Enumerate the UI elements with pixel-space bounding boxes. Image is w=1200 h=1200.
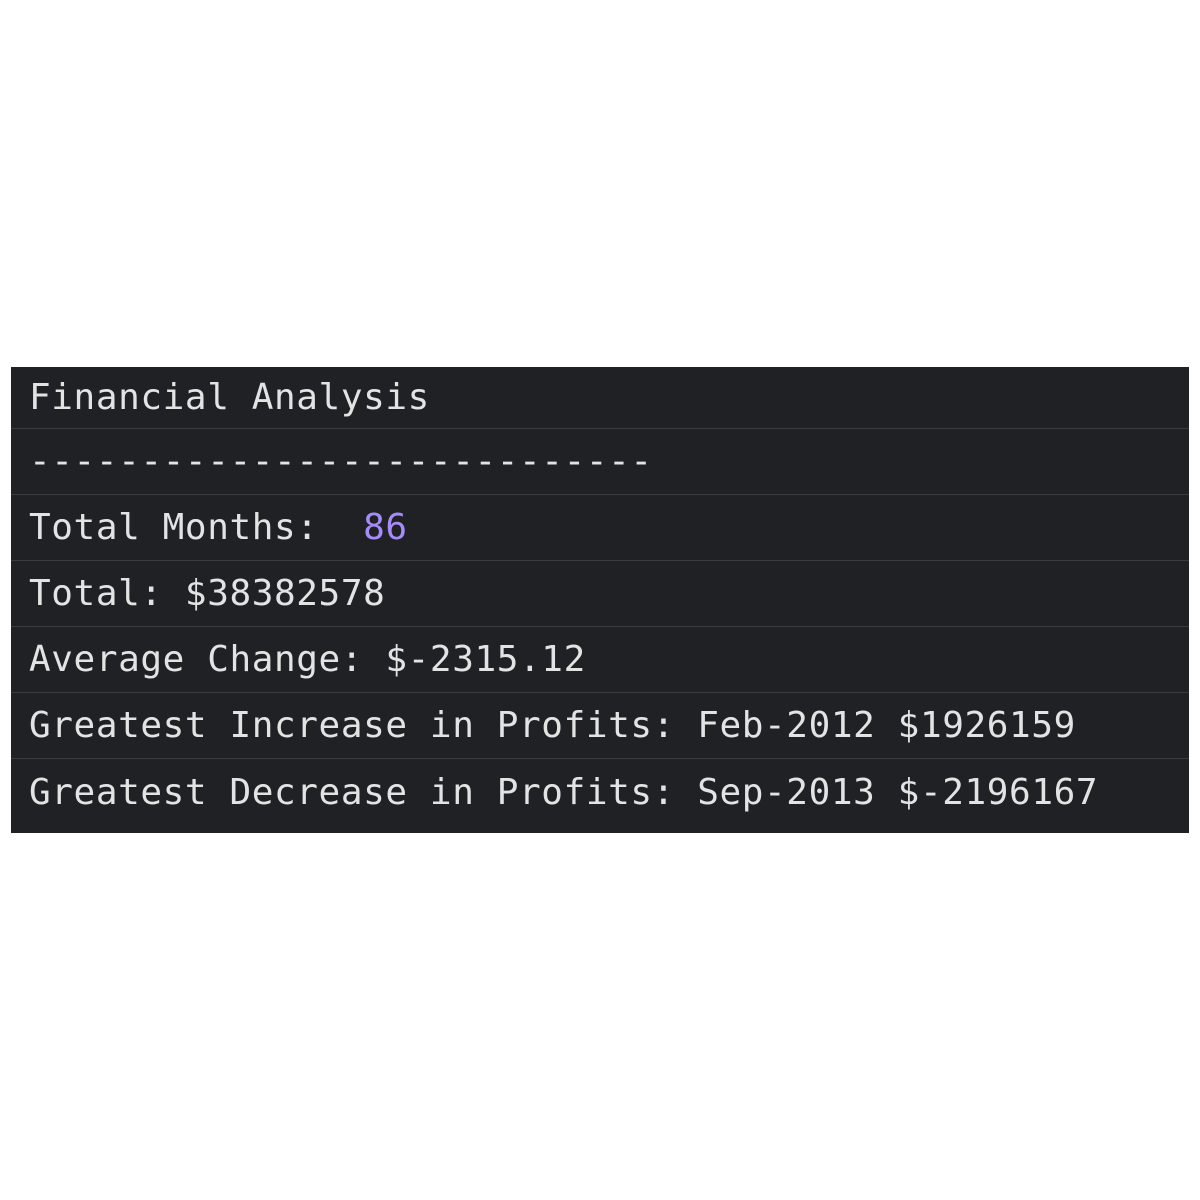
- console-line-title: Financial Analysis: [11, 367, 1189, 429]
- console-line-greatest-decrease: Greatest Decrease in Profits: Sep-2013 $…: [11, 759, 1189, 825]
- console-line-total: Total: $38382578: [11, 561, 1189, 627]
- title-text: Financial Analysis: [29, 377, 430, 418]
- separator-text: ----------------------------: [29, 441, 653, 482]
- console-line-greatest-increase: Greatest Increase in Profits: Feb-2012 $…: [11, 693, 1189, 759]
- console-line-average-change: Average Change: $-2315.12: [11, 627, 1189, 693]
- total-text: Total: $38382578: [29, 573, 386, 614]
- console-line-total-months: Total Months: 86: [11, 495, 1189, 561]
- average-change-text: Average Change: $-2315.12: [29, 639, 586, 680]
- greatest-decrease-text: Greatest Decrease in Profits: Sep-2013 $…: [29, 771, 1099, 813]
- console-output: Financial Analysis ---------------------…: [11, 367, 1189, 833]
- total-months-value: 86: [363, 507, 408, 548]
- console-line-separator: ----------------------------: [11, 429, 1189, 495]
- greatest-increase-text: Greatest Increase in Profits: Feb-2012 $…: [29, 705, 1076, 746]
- total-months-label: Total Months:: [29, 507, 364, 548]
